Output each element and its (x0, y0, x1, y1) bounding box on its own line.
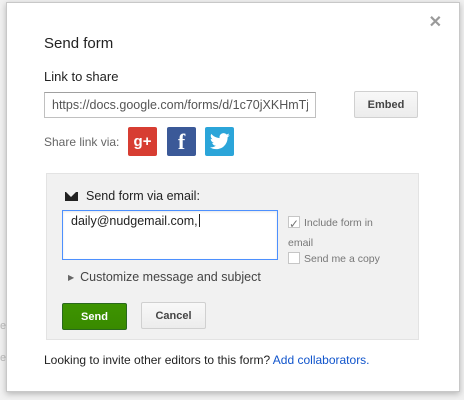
dialog-title: Send form (44, 35, 114, 52)
facebook-icon[interactable]: f (167, 127, 196, 156)
share-link-input[interactable] (44, 92, 316, 118)
link-to-share-label: Link to share (44, 69, 119, 84)
email-heading-text: Send form via email: (86, 189, 200, 203)
send-copy-label: Send me a copy (304, 253, 380, 265)
email-heading: Send form via email: (65, 189, 200, 203)
cancel-button[interactable]: Cancel (141, 302, 206, 329)
send-form-dialog: ✕ Send form Link to share Embed Share li… (6, 2, 460, 392)
add-collaborators-link[interactable]: Add collaborators. (273, 353, 370, 367)
share-link-via-label: Share link via: (44, 135, 120, 149)
include-form-checkbox[interactable] (288, 214, 300, 234)
envelope-icon (65, 191, 78, 201)
embed-button[interactable]: Embed (354, 91, 418, 118)
send-button[interactable]: Send (62, 303, 127, 330)
footer-question: Looking to invite other editors to this … (44, 353, 271, 367)
email-recipients-field[interactable]: daily@nudgemail.com, (62, 210, 278, 260)
close-icon[interactable]: ✕ (429, 15, 442, 31)
send-copy-option[interactable]: Send me a copy (288, 252, 380, 265)
google-plus-icon[interactable]: g+ (128, 127, 157, 156)
footer-text: Looking to invite other editors to this … (44, 353, 370, 367)
customize-label: Customize message and subject (80, 270, 261, 284)
send-copy-checkbox[interactable] (288, 252, 300, 264)
text-cursor (198, 214, 200, 227)
customize-message-toggle[interactable]: ▶ Customize message and subject (68, 270, 261, 284)
email-panel: Send form via email: daily@nudgemail.com… (46, 173, 419, 340)
twitter-bird-icon (209, 133, 230, 150)
expand-triangle-icon: ▶ (68, 273, 75, 282)
include-form-label: Include form in email (288, 217, 373, 249)
email-recipients-value: daily@nudgemail.com, (71, 214, 198, 228)
twitter-icon[interactable] (205, 127, 234, 156)
include-form-option[interactable]: Include form in email (288, 213, 388, 253)
